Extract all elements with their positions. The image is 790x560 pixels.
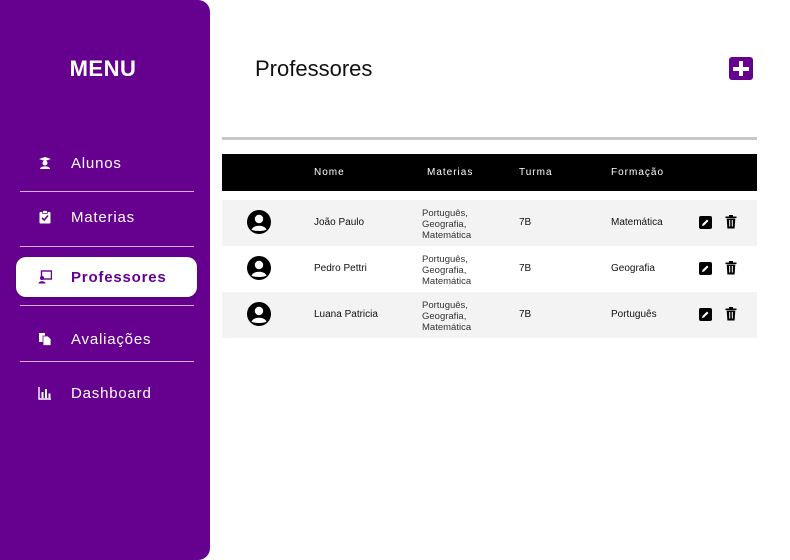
sidebar-item-dashboard[interactable]: Dashboard (16, 373, 197, 413)
sidebar-item-alunos[interactable]: Alunos (16, 143, 197, 183)
edit-icon[interactable] (699, 262, 712, 275)
professor-formacao: Matemática (611, 217, 663, 228)
sidebar-divider (20, 246, 194, 247)
trash-icon[interactable] (725, 215, 737, 229)
user-avatar-icon (247, 210, 271, 234)
column-header-materias: Materias (427, 167, 474, 178)
professor-name: Luana Patricia (314, 309, 378, 320)
clipboard-check-icon (36, 208, 54, 226)
materia: Geografia, (422, 265, 467, 276)
sidebar: MENU Alunos Materias Professores Avaliaç… (0, 0, 210, 560)
sidebar-item-avaliacoes[interactable]: Avaliações (16, 319, 197, 359)
sidebar-item-professores[interactable]: Professores (16, 257, 197, 297)
page-title: Professores (255, 56, 373, 81)
column-header-turma: Turma (519, 167, 553, 178)
materia: Matemática (422, 230, 472, 241)
professor-materias: Português, Geografia, Matemática (422, 254, 502, 287)
sidebar-item-label: Alunos (71, 154, 122, 172)
column-header-formacao: Formação (611, 167, 665, 178)
sidebar-divider (20, 191, 194, 192)
materia: Matemática (422, 276, 472, 287)
edit-icon[interactable] (699, 308, 712, 321)
header-divider (222, 137, 757, 140)
column-header-nome: Nome (314, 167, 345, 178)
teacher-icon (36, 268, 54, 286)
materia: Geografia, (422, 219, 467, 230)
table-row[interactable]: Luana Patricia Português, Geografia, Mat… (222, 292, 757, 338)
trash-icon[interactable] (725, 261, 737, 275)
sidebar-item-label: Materias (71, 208, 135, 226)
user-avatar-icon (247, 302, 271, 326)
table-row[interactable]: Pedro Pettri Português, Geografia, Matem… (222, 246, 757, 292)
sidebar-item-label: Professores (71, 268, 167, 286)
professor-turma: 7B (519, 263, 532, 274)
table-row[interactable]: João Paulo Português, Geografia, Matemát… (222, 200, 757, 246)
edit-icon[interactable] (699, 216, 712, 229)
professor-turma: 7B (519, 217, 532, 228)
professor-formacao: Geografia (611, 263, 655, 274)
professor-materias: Português, Geografia, Matemática (422, 208, 502, 241)
professor-name: João Paulo (314, 217, 365, 228)
student-icon (36, 154, 54, 172)
professor-name: Pedro Pettri (314, 263, 367, 274)
sidebar-divider (20, 361, 194, 362)
bar-chart-icon (36, 384, 54, 402)
materia: Português, (422, 300, 468, 311)
materia: Matemática (422, 322, 472, 333)
files-icon (36, 330, 54, 348)
user-avatar-icon (247, 256, 271, 280)
table-header: Nome Materias Turma Formação (222, 154, 757, 191)
add-professor-button[interactable] (729, 57, 753, 80)
materia: Português, (422, 208, 468, 219)
menu-title: MENU (69, 56, 137, 81)
materia: Português, (422, 254, 468, 265)
sidebar-item-label: Avaliações (71, 330, 152, 348)
sidebar-divider (20, 305, 194, 306)
professor-turma: 7B (519, 309, 532, 320)
sidebar-item-label: Dashboard (71, 384, 152, 402)
trash-icon[interactable] (725, 307, 737, 321)
professor-formacao: Português (611, 309, 657, 320)
professor-materias: Português, Geografia, Matemática (422, 300, 502, 333)
materia: Geografia, (422, 311, 467, 322)
sidebar-item-materias[interactable]: Materias (16, 197, 197, 237)
